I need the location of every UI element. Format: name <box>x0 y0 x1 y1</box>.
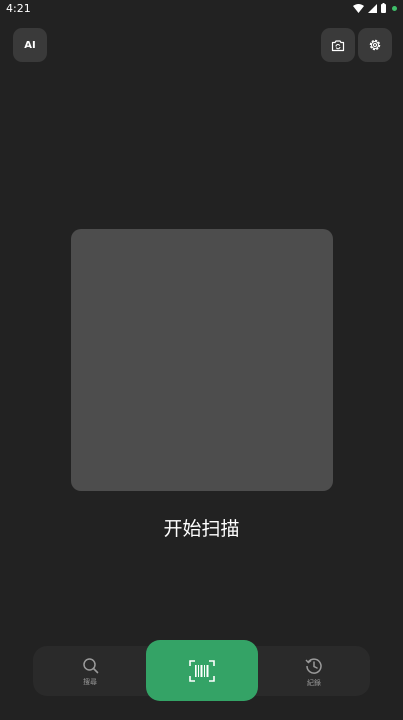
signal-icon <box>368 3 377 13</box>
ai-button-label: AI <box>24 39 36 51</box>
status-time: 4:21 <box>6 1 31 15</box>
start-scan-title: 开始扫描 <box>163 518 240 540</box>
scanner-screen: 4:21 AI 开始扫描 搜尋 紀錄 <box>0 0 403 720</box>
status-icons <box>353 3 397 13</box>
nav-history[interactable]: 紀錄 <box>289 657 339 691</box>
notification-dot <box>392 5 397 11</box>
scan-button[interactable] <box>146 640 258 701</box>
barcode-scan-icon <box>189 659 215 682</box>
gear-icon <box>369 39 381 51</box>
status-bar: 4:21 <box>0 0 403 16</box>
nav-search-label: 搜尋 <box>83 678 97 686</box>
wifi-icon <box>353 3 364 13</box>
settings-button[interactable] <box>358 28 392 62</box>
ai-button[interactable]: AI <box>13 28 47 62</box>
battery-icon <box>381 3 386 13</box>
nav-search[interactable]: 搜尋 <box>65 657 115 691</box>
history-icon <box>305 658 322 674</box>
search-icon <box>82 658 98 674</box>
nav-history-label: 紀錄 <box>307 679 321 687</box>
switch-camera-button[interactable] <box>321 28 355 62</box>
camera-preview-frame[interactable] <box>71 229 333 491</box>
camera-rotate-icon <box>331 39 345 51</box>
